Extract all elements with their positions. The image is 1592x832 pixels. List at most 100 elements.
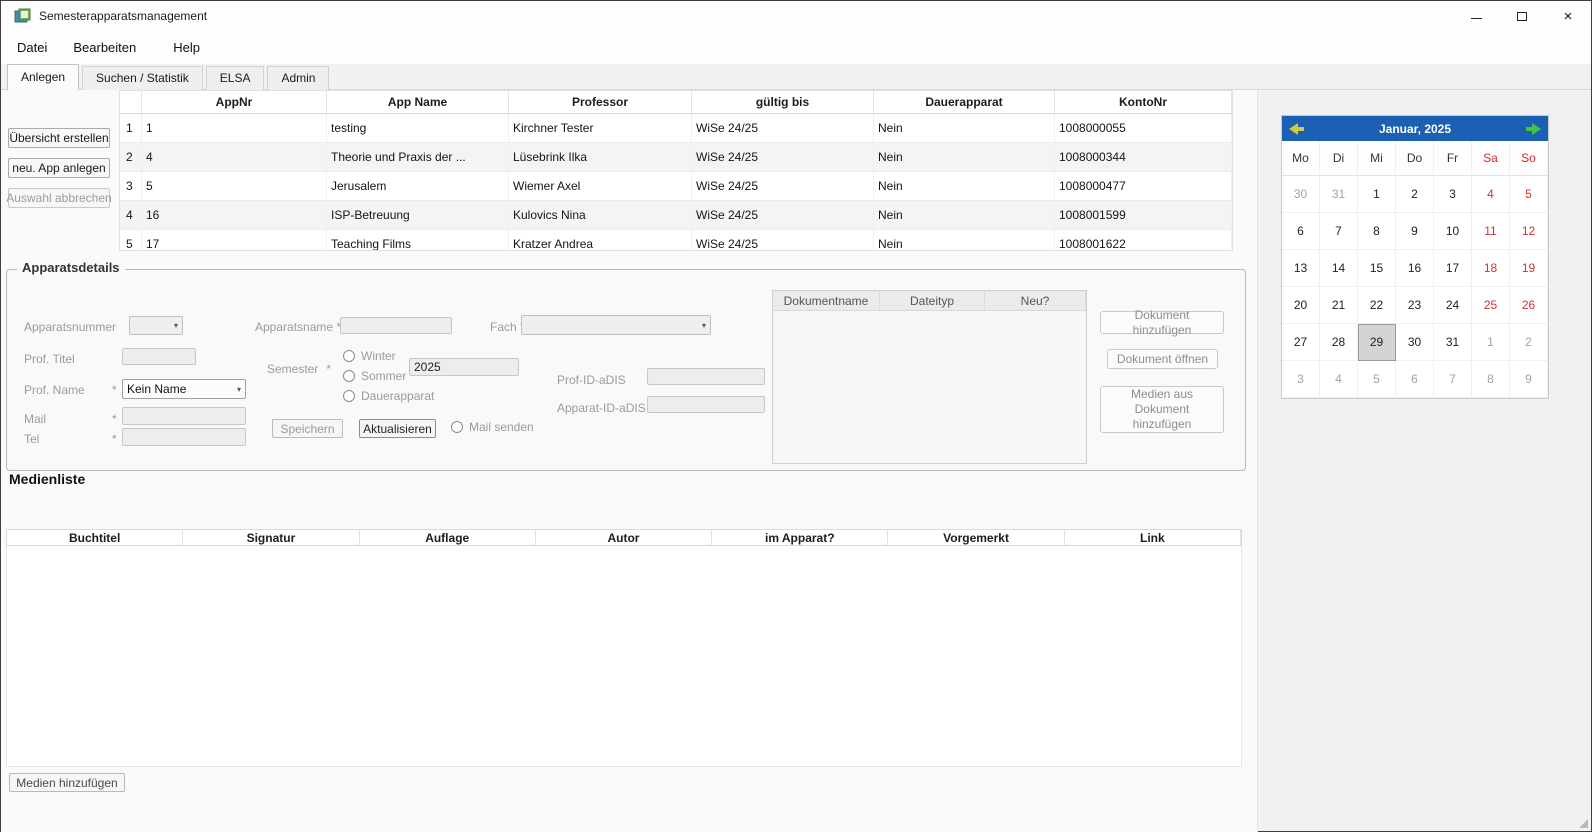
app-table-row[interactable]: 517Teaching FilmsKratzer AndreaWiSe 24/2… xyxy=(120,230,1232,251)
calendar-day[interactable]: 30 xyxy=(1396,324,1434,361)
app-table-row[interactable]: 35JerusalemWiemer AxelWiSe 24/25Nein1008… xyxy=(120,172,1232,201)
column-header[interactable]: App Name xyxy=(327,91,509,113)
tab-elsa[interactable]: ELSA xyxy=(206,66,265,90)
calendar-day[interactable]: 7 xyxy=(1320,213,1358,250)
tab-anlegen[interactable]: Anlegen xyxy=(7,64,79,90)
media-column-header[interactable]: Signatur xyxy=(183,530,359,545)
media-column-header[interactable]: im Apparat? xyxy=(712,530,888,545)
column-header[interactable]: KontoNr xyxy=(1055,91,1232,113)
calendar-day[interactable]: 6 xyxy=(1282,213,1320,250)
calendar-day[interactable]: 31 xyxy=(1320,176,1358,213)
calendar-day[interactable]: 18 xyxy=(1472,250,1510,287)
media-column-header[interactable]: Auflage xyxy=(360,530,536,545)
calendar-day[interactable]: 3 xyxy=(1282,361,1320,398)
calendar-day[interactable]: 27 xyxy=(1282,324,1320,361)
maximize-button[interactable] xyxy=(1499,1,1545,31)
tel-field[interactable] xyxy=(122,428,246,446)
calendar-day[interactable]: 9 xyxy=(1396,213,1434,250)
prof-titel-field[interactable] xyxy=(122,348,196,365)
calendar-day[interactable]: 31 xyxy=(1434,324,1472,361)
calendar-day[interactable]: 21 xyxy=(1320,287,1358,324)
aktualisieren-button[interactable]: Aktualisieren xyxy=(359,419,436,438)
sidebar-button-bersichterstellen[interactable]: Übersicht erstellen xyxy=(8,128,110,148)
prof-name-select[interactable]: Kein Name▾ xyxy=(122,379,246,399)
fach-select[interactable]: ▾ xyxy=(521,315,711,335)
column-header[interactable]: Dauerapparat xyxy=(874,91,1055,113)
calendar-day[interactable]: 16 xyxy=(1396,250,1434,287)
speichern-button[interactable]: Speichern xyxy=(272,419,343,438)
column-header[interactable]: Professor xyxy=(509,91,692,113)
media-column-header[interactable]: Link xyxy=(1065,530,1241,545)
calendar-day[interactable]: 23 xyxy=(1396,287,1434,324)
calendar-day[interactable]: 24 xyxy=(1434,287,1472,324)
media-table-body[interactable] xyxy=(6,546,1242,767)
calendar-day[interactable]: 8 xyxy=(1472,361,1510,398)
tab-suchenstatistik[interactable]: Suchen / Statistik xyxy=(82,66,203,90)
resize-grip[interactable] xyxy=(1579,819,1588,828)
prof-id-adis-field[interactable] xyxy=(647,368,765,385)
calendar-day[interactable]: 12 xyxy=(1510,213,1548,250)
doc-column-header[interactable]: Dokumentname xyxy=(773,291,880,310)
calendar-day[interactable]: 26 xyxy=(1510,287,1548,324)
calendar-day[interactable]: 19 xyxy=(1510,250,1548,287)
medien-hinzufuegen-button[interactable]: Medien hinzufügen xyxy=(9,773,125,792)
radio-dauerapparat[interactable]: Dauerapparat xyxy=(343,389,434,403)
next-month-button[interactable] xyxy=(1525,121,1541,136)
calendar-day[interactable]: 7 xyxy=(1434,361,1472,398)
calendar-day[interactable]: 2 xyxy=(1396,176,1434,213)
media-column-header[interactable]: Vorgemerkt xyxy=(888,530,1064,545)
medien-aus-dokument-button[interactable]: Medien aus Dokument hinzufügen xyxy=(1100,386,1224,433)
calendar-day[interactable]: 2 xyxy=(1510,324,1548,361)
close-button[interactable]: × xyxy=(1545,1,1591,31)
calendar-day[interactable]: 14 xyxy=(1320,250,1358,287)
calendar-day[interactable]: 5 xyxy=(1358,361,1396,398)
tab-admin[interactable]: Admin xyxy=(267,66,329,90)
calendar-day[interactable]: 9 xyxy=(1510,361,1548,398)
calendar-day[interactable]: 1 xyxy=(1358,176,1396,213)
calendar-day[interactable]: 30 xyxy=(1282,176,1320,213)
dokument-hinzufuegen-button[interactable]: Dokument hinzufügen xyxy=(1100,311,1224,334)
radio-winter[interactable]: Winter xyxy=(343,349,396,363)
app-table[interactable]: AppNrApp NameProfessorgültig bisDauerapp… xyxy=(119,90,1233,251)
document-table[interactable]: DokumentnameDateitypNeu? xyxy=(772,290,1087,464)
calendar-day[interactable]: 11 xyxy=(1472,213,1510,250)
calendar-day[interactable]: 29 xyxy=(1358,324,1396,361)
menu-item-help[interactable]: Help xyxy=(173,40,200,55)
calendar-day[interactable]: 20 xyxy=(1282,287,1320,324)
column-header[interactable]: AppNr xyxy=(142,91,327,113)
calendar-day[interactable]: 6 xyxy=(1396,361,1434,398)
apparatsname-field[interactable] xyxy=(340,317,452,334)
media-column-header[interactable]: Buchtitel xyxy=(7,530,183,545)
media-column-header[interactable]: Autor xyxy=(536,530,712,545)
calendar-day[interactable]: 22 xyxy=(1358,287,1396,324)
calendar-day[interactable]: 13 xyxy=(1282,250,1320,287)
calendar-day[interactable]: 4 xyxy=(1472,176,1510,213)
calendar-day[interactable]: 8 xyxy=(1358,213,1396,250)
dokument-oeffnen-button[interactable]: Dokument öffnen xyxy=(1107,349,1218,369)
calendar-day[interactable]: 28 xyxy=(1320,324,1358,361)
radio-sommer[interactable]: Sommer xyxy=(343,369,406,383)
mail-field[interactable] xyxy=(122,407,246,425)
sidebar-button-auswahlabbrechen[interactable]: Auswahl abbrechen xyxy=(8,188,110,208)
menu-item-datei[interactable]: Datei xyxy=(17,40,47,55)
calendar-day[interactable]: 10 xyxy=(1434,213,1472,250)
calendar-day[interactable]: 5 xyxy=(1510,176,1548,213)
menu-item-bearbeiten[interactable]: Bearbeiten xyxy=(73,40,136,55)
doc-column-header[interactable]: Dateityp xyxy=(880,291,985,310)
previous-month-button[interactable] xyxy=(1289,121,1305,136)
calendar-day[interactable]: 15 xyxy=(1358,250,1396,287)
app-table-row[interactable]: 24Theorie und Praxis der ...Lüsebrink Il… xyxy=(120,143,1232,172)
app-table-row[interactable]: 416ISP-BetreuungKulovics NinaWiSe 24/25N… xyxy=(120,201,1232,230)
minimize-button[interactable] xyxy=(1453,1,1499,31)
mail-senden-checkbox[interactable]: Mail senden xyxy=(451,420,534,434)
calendar-day[interactable]: 4 xyxy=(1320,361,1358,398)
calendar-day[interactable]: 1 xyxy=(1472,324,1510,361)
doc-column-header[interactable]: Neu? xyxy=(985,291,1086,310)
calendar-day[interactable]: 17 xyxy=(1434,250,1472,287)
sidebar-button-neuappanlegen[interactable]: neu. App anlegen xyxy=(8,158,110,178)
calendar-day[interactable]: 25 xyxy=(1472,287,1510,324)
apparatsnummer-select[interactable]: ▾ xyxy=(129,316,183,335)
calendar-day[interactable]: 3 xyxy=(1434,176,1472,213)
app-table-row[interactable]: 11testingKirchner TesterWiSe 24/25Nein10… xyxy=(120,114,1232,143)
column-header[interactable]: gültig bis xyxy=(692,91,874,113)
